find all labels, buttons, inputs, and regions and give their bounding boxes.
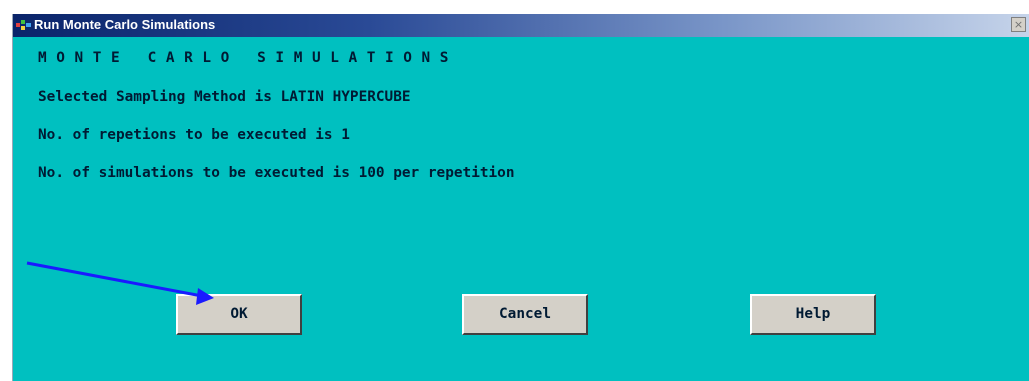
repetitions-text: No. of repetions to be executed is 1 [38,127,350,143]
close-icon[interactable]: × [1011,17,1026,32]
simulations-text: No. of simulations to be executed is 100… [38,165,515,181]
help-button[interactable]: Help [750,294,876,335]
heading: MONTE CARLO SIMULATIONS [38,50,459,66]
monte-carlo-dialog: Run Monte Carlo Simulations × MONTE CARL… [12,14,1029,381]
sampling-method-text: Selected Sampling Method is LATIN HYPERC… [38,89,411,105]
cancel-button[interactable]: Cancel [462,294,588,335]
ok-button[interactable]: OK [176,294,302,335]
app-icon [16,20,31,30]
window-title: Run Monte Carlo Simulations [34,17,216,32]
title-bar[interactable]: Run Monte Carlo Simulations × [13,14,1029,37]
